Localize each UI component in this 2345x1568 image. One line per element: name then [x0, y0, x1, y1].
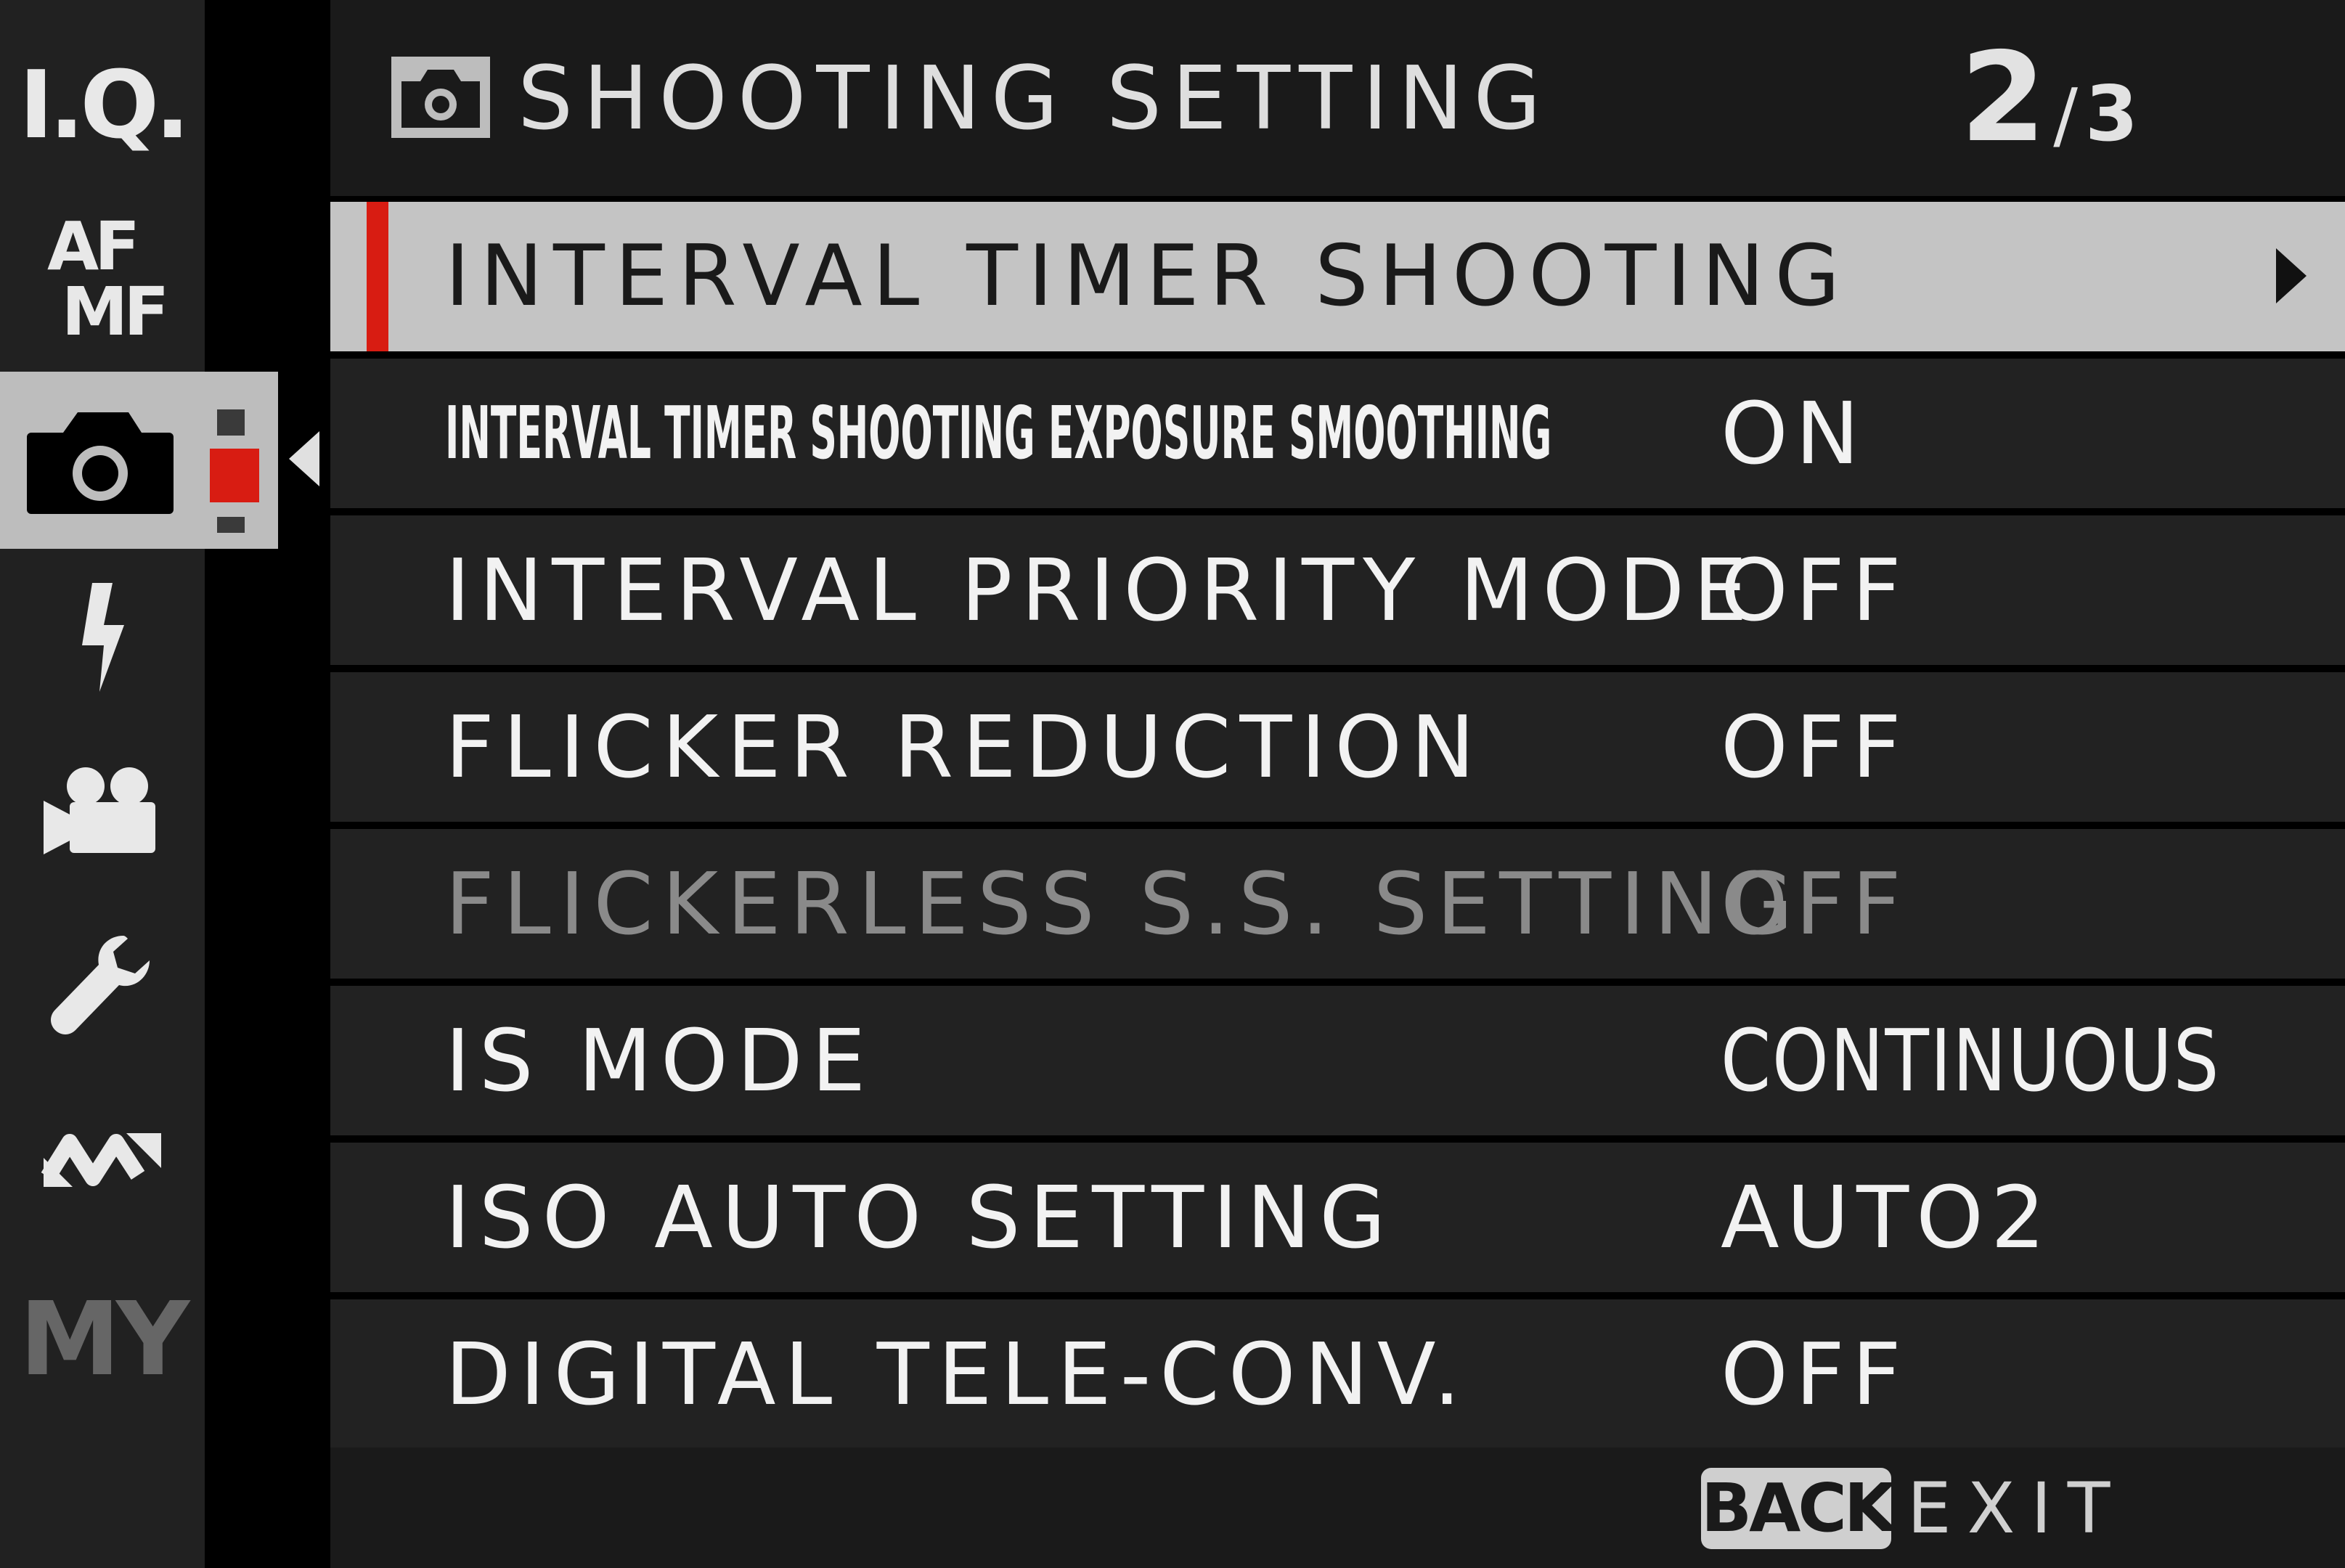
- sidebar-pointer-icon: [289, 431, 319, 486]
- sidebar-item-af-mf[interactable]: AF MF: [0, 192, 205, 367]
- page-separator: /: [2053, 73, 2078, 158]
- submenu-arrow-icon: [2276, 248, 2307, 303]
- page-total: 3: [2085, 70, 2139, 158]
- menu-item-label: FLICKERLESS S.S. SETTING: [445, 854, 1802, 954]
- menu-item-value: AUTO2: [1721, 1167, 2053, 1267]
- sidebar-item-af-label: AF: [46, 208, 140, 285]
- menu-item-flickerless-ss-setting: FLICKERLESS S.S. SETTING OFF: [330, 829, 2345, 979]
- menu-item-is-mode[interactable]: IS MODE CONTINUOUS: [330, 986, 2345, 1135]
- sidebar-gap: [205, 0, 330, 1568]
- menu-item-interval-timer-shooting[interactable]: INTERVAL TIMER SHOOTING: [330, 202, 2345, 351]
- menu-item-label: ISO AUTO SETTING: [445, 1167, 1395, 1267]
- back-button[interactable]: BACK: [1701, 1468, 1896, 1549]
- sidebar-item-iq-label: I.Q.: [19, 51, 190, 160]
- menu-list: INTERVAL TIMER SHOOTING INTERVAL TIMER S…: [330, 202, 2345, 1456]
- flash-icon: [82, 583, 124, 692]
- page-title: SHOOTING SETTING: [518, 49, 1551, 150]
- menu-item-digital-tele-conv[interactable]: DIGITAL TELE-CONV. OFF: [330, 1299, 2345, 1449]
- sidebar-item-my[interactable]: MY: [0, 1252, 205, 1426]
- movie-camera-icon: [44, 767, 155, 854]
- menu-item-iso-auto-setting[interactable]: ISO AUTO SETTING AUTO2: [330, 1143, 2345, 1292]
- sidebar-item-my-label: MY: [19, 1280, 190, 1399]
- page-indicator: 2/3: [1960, 33, 2138, 163]
- sidebar-item-setup[interactable]: [0, 899, 205, 1073]
- page-current: 2: [1960, 26, 2047, 170]
- menu-footer: BACK EXIT: [330, 1447, 2345, 1568]
- menu-item-exposure-smoothing[interactable]: INTERVAL TIMER SHOOTING EXPOSURE SMOOTHI…: [330, 359, 2345, 508]
- menu-item-label: DIGITAL TELE-CONV.: [445, 1324, 1469, 1424]
- connection-icon: [41, 1133, 161, 1187]
- exit-label: EXIT: [1907, 1468, 2126, 1549]
- menu-item-interval-priority-mode[interactable]: INTERVAL PRIORITY MODE OFF: [330, 515, 2345, 665]
- wrench-icon: [51, 936, 150, 1034]
- menu-item-value: OFF: [1721, 540, 1909, 640]
- sidebar-item-iq[interactable]: I.Q.: [0, 18, 205, 192]
- sidebar-item-mf-label: MF: [61, 273, 169, 351]
- menu-item-label: INTERVAL TIMER SHOOTING: [445, 227, 1851, 325]
- menu-item-label: INTERVAL PRIORITY MODE: [445, 540, 1756, 640]
- camera-icon: [391, 57, 490, 138]
- sidebar-item-movie[interactable]: [0, 724, 205, 899]
- sidebar-item-flash[interactable]: [0, 550, 205, 724]
- menu-item-value: OFF: [1721, 697, 1909, 797]
- camera-icon: [26, 409, 259, 533]
- sidebar-item-shooting[interactable]: [0, 373, 278, 547]
- sidebar-item-connection[interactable]: [0, 1073, 205, 1247]
- menu-item-label: FLICKER REDUCTION: [445, 697, 1484, 797]
- menu-item-value: CONTINUOUS: [1721, 1010, 2221, 1111]
- selection-marker: [367, 202, 388, 351]
- menu-item-value: OFF: [1721, 1324, 1909, 1424]
- menu-item-flicker-reduction[interactable]: FLICKER REDUCTION OFF: [330, 672, 2345, 822]
- menu-item-value: ON: [1721, 383, 1867, 483]
- menu-header: SHOOTING SETTING 2/3: [330, 0, 2345, 196]
- menu-item-label: INTERVAL TIMER SHOOTING EXPOSURE SMOOTHI…: [445, 391, 1552, 475]
- menu-item-label: IS MODE: [445, 1010, 875, 1111]
- menu-item-value: OFF: [1721, 854, 1909, 954]
